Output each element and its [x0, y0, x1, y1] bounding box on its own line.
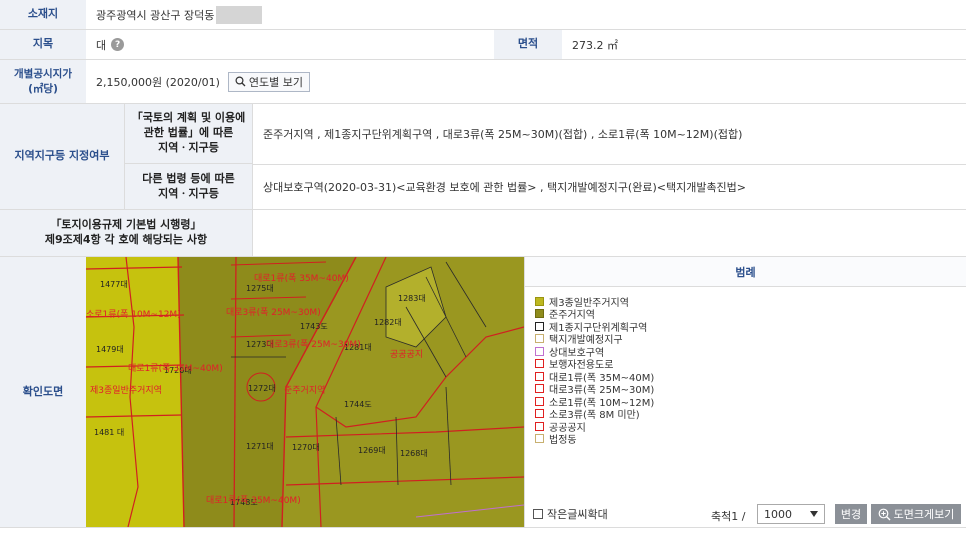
location-value: 광주광역시 광산구 장덕동 — [86, 0, 263, 29]
enlarge-map-button[interactable]: 도면크게보기 — [871, 504, 961, 524]
land-category-label: 지목 — [0, 30, 86, 59]
legend-item: 법정동 — [535, 433, 654, 446]
legend-swatch — [535, 371, 544, 381]
small-text-label: 작은글씨확대 — [547, 508, 608, 521]
scale-select[interactable]: 1000 — [757, 504, 825, 524]
location-text: 광주광역시 광산구 장덕동 — [96, 8, 215, 22]
enforcement-label: 「토지이용규제 기본법 시행령」 제9조제4항 각 호에 해당되는 사항 — [0, 210, 252, 256]
scale-label: 축척1 / — [711, 510, 746, 523]
national-law-text: 「국토의 계획 및 이용에 관한 법률」에 따른 지역ㆍ지구등 — [131, 111, 246, 154]
parcel-label: 1481 대 — [94, 428, 124, 437]
legend-swatch — [535, 334, 544, 344]
zone-label: 대로3류(폭 25M~30M) — [266, 339, 361, 350]
legend-list: 제3종일반주거지역 준주거지역 제1종지구단위계획구역 택지개발예정지구 상대보호구역 보… — [535, 295, 654, 446]
zone-label: 대로1류(폭 35M~40M) — [254, 273, 349, 284]
map-section-label: 확인도면 — [0, 257, 86, 527]
change-label: 변경 — [840, 508, 862, 521]
parcel-label: 1269대 — [358, 446, 386, 455]
price-label-text: 개별공시지가 (㎡당) — [14, 68, 72, 95]
other-law-label: 다른 법령 등에 따른 지역ㆍ지구등 — [124, 164, 252, 209]
national-law-value: 준주거지역 , 제1종지구단위계획구역 , 대로3류(폭 25M~30M)(접합… — [252, 104, 742, 164]
zone-label: 소로1류(폭 10M~12M) — [86, 309, 181, 320]
map-canvas: 1477대 1275대 1283대 1282대 1743도 1273대 1281… — [86, 257, 524, 527]
legend-swatch — [535, 434, 544, 444]
price-label: 개별공시지가 (㎡당) — [0, 60, 86, 103]
other-law-value: 상대보호구역(2020-03-31)<교육환경 보호에 관한 법률> , 택지개… — [252, 164, 746, 209]
chevron-down-icon — [810, 511, 818, 517]
parcel-label: 1477대 — [100, 280, 128, 289]
legend-swatch — [535, 409, 544, 419]
parcel-label: 1743도 — [300, 322, 328, 331]
zoning-label: 지역지구등 지정여부 — [0, 104, 124, 209]
legend-swatch — [535, 321, 544, 331]
parcel-label: 1268대 — [400, 449, 428, 458]
enforcement-text: 「토지이용규제 기본법 시행령」 제9조제4항 각 호에 해당되는 사항 — [44, 218, 208, 246]
area-label: 면적 — [494, 30, 562, 59]
legend-swatch — [535, 359, 544, 369]
legend-swatch — [535, 296, 544, 306]
legend-swatch — [535, 384, 544, 394]
price-text: 2,150,000원 (2020/01) — [96, 75, 220, 89]
land-category-value: 대 ? — [86, 30, 125, 59]
enforcement-value — [252, 210, 263, 256]
enlarge-map-label: 도면크게보기 — [893, 508, 955, 521]
row-enforcement: 「토지이용규제 기본법 시행령」 제9조제4항 각 호에 해당되는 사항 — [0, 210, 966, 257]
small-text-checkbox[interactable] — [533, 509, 543, 519]
legend-title: 범례 — [525, 257, 966, 287]
legend-controls: 작은글씨확대 축척1 / 1000 변경 도면크게보기 — [525, 501, 966, 527]
land-category-text: 대 — [96, 38, 107, 52]
zone-label: 공공공지 — [390, 349, 423, 360]
national-law-label: 「국토의 계획 및 이용에 관한 법률」에 따른 지역ㆍ지구등 — [124, 104, 252, 164]
legend-swatch — [535, 309, 544, 319]
legend-swatch — [535, 396, 544, 406]
zone-label: 대로3류(폭 25M~30M) — [226, 307, 321, 318]
parcel-label: 1282대 — [374, 318, 402, 327]
map-legend: 범례 제3종일반주거지역 준주거지역 제1종지구단위계획구역 택지개발예정지구 상대보호… — [524, 257, 966, 527]
scale-value: 1000 — [764, 507, 792, 521]
row-price: 개별공시지가 (㎡당) 2,150,000원 (2020/01) 연도별 보기 — [0, 60, 966, 104]
row-land-category: 지목 대 ? 면적 273.2 ㎡ — [0, 30, 966, 60]
zone-label: 준주거지역 — [284, 385, 325, 396]
price-value: 2,150,000원 (2020/01) 연도별 보기 — [86, 60, 310, 103]
parcel-label: 1272대 — [248, 384, 276, 393]
search-icon — [235, 76, 246, 87]
other-law-text: 다른 법령 등에 따른 지역ㆍ지구등 — [142, 171, 235, 200]
area-value: 273.2 ㎡ — [572, 38, 618, 52]
help-icon[interactable]: ? — [111, 38, 125, 51]
zoning-divider — [252, 164, 966, 165]
parcel-label: 1270대 — [292, 443, 320, 452]
parcel-label: 1479대 — [96, 345, 124, 354]
zoom-in-icon — [878, 508, 891, 520]
legend-item-label: 법정동 — [549, 435, 577, 447]
parcel-label: 1744도 — [344, 400, 372, 409]
location-label: 소재지 — [0, 0, 86, 29]
year-view-label: 연도별 보기 — [248, 75, 303, 89]
zone-label: 대로1류(폭 35M~40M) — [206, 495, 301, 506]
parcel-label: 1275대 — [246, 284, 274, 293]
masked-address — [216, 5, 263, 24]
legend-swatch — [535, 346, 544, 356]
row-location: 소재지 광주광역시 광산구 장덕동 — [0, 0, 966, 30]
year-view-button[interactable]: 연도별 보기 — [227, 71, 310, 92]
zone-label: 제3종일반주거지역 — [90, 385, 162, 396]
parcel-label: 1271대 — [246, 442, 274, 451]
parcel-label: 1283대 — [398, 294, 426, 303]
land-use-map[interactable]: 1477대 1275대 1283대 1282대 1743도 1273대 1281… — [86, 257, 524, 527]
row-zoning: 지역지구등 지정여부 「국토의 계획 및 이용에 관한 법률」에 따른 지역ㆍ지… — [0, 104, 966, 210]
zone-label: 대로1류(폭 35M~40M) — [128, 363, 223, 374]
change-button[interactable]: 변경 — [835, 504, 867, 524]
legend-swatch — [535, 421, 544, 431]
